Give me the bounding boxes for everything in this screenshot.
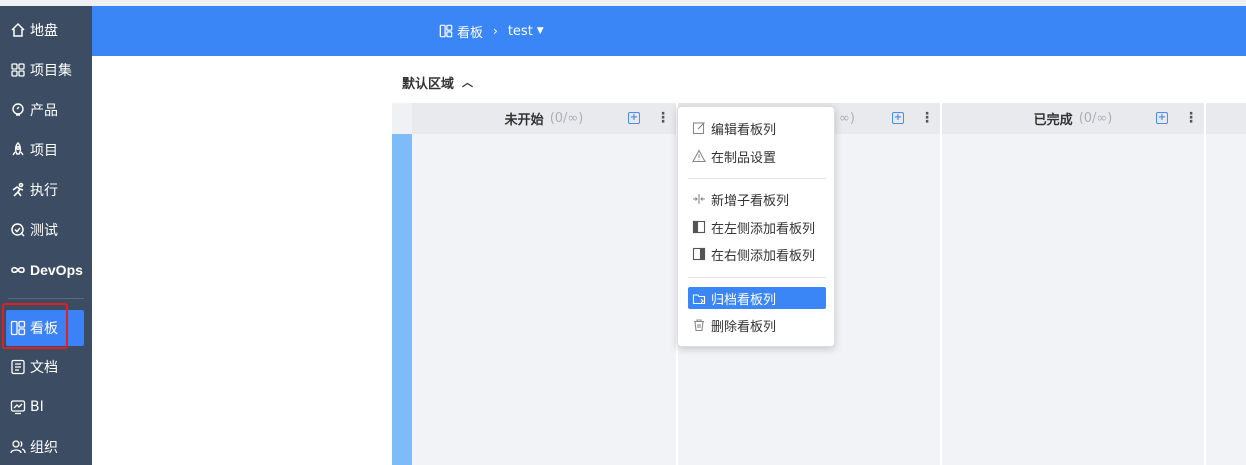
more-vertical-icon[interactable]: ⋮ xyxy=(1184,109,1198,127)
menu-item-edit-column[interactable]: 编辑看板列 xyxy=(688,117,826,139)
sidebar-item-devops[interactable]: DevOps xyxy=(0,252,92,288)
column-count: (0/∞) xyxy=(1078,111,1113,126)
menu-item-delete-column[interactable]: 删除看板列 xyxy=(688,314,826,336)
infinity-icon xyxy=(10,262,26,278)
region-title: 默认区域 xyxy=(402,76,455,92)
menu-item-add-subcolumn[interactable]: 新增子看板列 xyxy=(688,188,826,210)
sidebar-item-project[interactable]: 项目 xyxy=(0,132,92,168)
column-title: 已完成 xyxy=(1033,113,1073,128)
grid-icon xyxy=(10,62,26,78)
kanban-column: 未开始 (0/∞) + ⋮ xyxy=(412,103,676,465)
sidebar-item-bi[interactable]: BI xyxy=(0,389,92,425)
menu-item-label: 新增子看板列 xyxy=(711,193,790,209)
kanban-column-partial xyxy=(1206,103,1246,465)
sidebar-item-doc[interactable]: 文档 xyxy=(0,349,92,385)
add-card-icon[interactable]: + xyxy=(628,112,640,124)
doc-icon xyxy=(10,359,26,375)
sidebar-item-dashboard[interactable]: 地盘 xyxy=(0,12,92,48)
menu-item-add-left[interactable]: 在左侧添加看板列 xyxy=(688,216,826,238)
sidebar: 地盘 项目集 产品 项目 执行 测试 DevOps 看板 文档 BI 组织 xyxy=(0,6,92,465)
top-header: 看板 › test ▼ xyxy=(92,6,1246,56)
breadcrumb-root[interactable]: 看板 xyxy=(457,22,483,41)
sidebar-item-label: BI xyxy=(30,399,44,415)
monitor-icon xyxy=(10,399,26,415)
menu-item-label: 归档看板列 xyxy=(711,292,777,308)
menu-item-label: 删除看板列 xyxy=(711,319,777,335)
warning-icon xyxy=(692,149,706,163)
sidebar-divider xyxy=(8,298,84,299)
add-card-icon[interactable]: + xyxy=(1156,112,1168,124)
rocket-icon xyxy=(10,142,26,158)
chevron-right-icon: › xyxy=(493,24,498,38)
sidebar-item-test[interactable]: 测试 xyxy=(0,212,92,248)
menu-divider xyxy=(688,277,826,278)
sidebar-item-label: 执行 xyxy=(30,183,58,199)
region-header: 默认区域 ︿ xyxy=(392,62,1246,102)
sidebar-item-label: 项目集 xyxy=(30,63,72,79)
column-left-icon xyxy=(692,220,706,234)
breadcrumb: 看板 › test ▼ xyxy=(439,6,544,56)
sidebar-item-org[interactable]: 组织 xyxy=(0,429,92,465)
more-vertical-icon[interactable]: ⋮ xyxy=(656,109,670,127)
column-context-menu: 编辑看板列 在制品设置 新增子看板列 在左侧添加看板列 在右侧添加看板列 归档看… xyxy=(677,106,835,347)
caret-down-icon[interactable]: ▼ xyxy=(537,26,544,36)
trash-icon xyxy=(692,318,706,332)
left-pane xyxy=(92,56,392,465)
menu-item-label: 编辑看板列 xyxy=(711,122,777,138)
sidebar-item-label: 测试 xyxy=(30,223,58,239)
chevron-up-icon[interactable]: ︿ xyxy=(462,74,473,90)
bulb-icon xyxy=(10,102,26,118)
breadcrumb-current[interactable]: test xyxy=(508,24,533,39)
archive-icon xyxy=(692,291,706,305)
column-header: 已完成 (0/∞) + ⋮ xyxy=(942,103,1204,134)
menu-item-label: 在左侧添加看板列 xyxy=(711,221,816,237)
sidebar-item-label: 组织 xyxy=(30,440,58,456)
menu-item-archive-column[interactable]: 归档看板列 xyxy=(688,287,826,309)
column-header: 未开始 (0/∞) + ⋮ xyxy=(412,103,676,134)
sidebar-item-label: 文档 xyxy=(30,360,58,376)
add-card-icon[interactable]: + xyxy=(892,112,904,124)
sidebar-item-product[interactable]: 产品 xyxy=(0,92,92,128)
split-icon xyxy=(692,192,706,206)
menu-item-label: 在右侧添加看板列 xyxy=(711,248,816,264)
column-header xyxy=(1206,103,1246,134)
run-icon xyxy=(10,182,26,198)
people-icon xyxy=(10,439,26,455)
sidebar-item-label: DevOps xyxy=(30,262,83,278)
test-icon xyxy=(10,222,26,238)
column-count: (0/∞) xyxy=(549,111,584,126)
menu-divider xyxy=(688,178,826,179)
sidebar-item-execution[interactable]: 执行 xyxy=(0,172,92,208)
sidebar-item-program[interactable]: 项目集 xyxy=(0,52,92,88)
sidebar-item-label: 地盘 xyxy=(30,23,58,39)
annotation-highlight-box xyxy=(2,303,68,349)
menu-item-label: 在制品设置 xyxy=(711,150,777,166)
edit-icon xyxy=(692,121,706,135)
column-title: 未开始 xyxy=(504,113,544,128)
column-right-icon xyxy=(692,247,706,261)
column-count: ∞) xyxy=(839,111,855,126)
kanban-icon xyxy=(439,24,453,38)
sidebar-item-label: 产品 xyxy=(30,103,58,119)
swimlane-bar[interactable] xyxy=(392,134,412,465)
menu-item-add-right[interactable]: 在右侧添加看板列 xyxy=(688,243,826,265)
kanban-column: 已完成 (0/∞) + ⋮ xyxy=(942,103,1204,465)
menu-item-wip-settings[interactable]: 在制品设置 xyxy=(688,145,826,167)
sidebar-item-label: 项目 xyxy=(30,143,58,159)
more-vertical-icon[interactable]: ⋮ xyxy=(920,109,934,127)
home-icon xyxy=(10,22,26,38)
